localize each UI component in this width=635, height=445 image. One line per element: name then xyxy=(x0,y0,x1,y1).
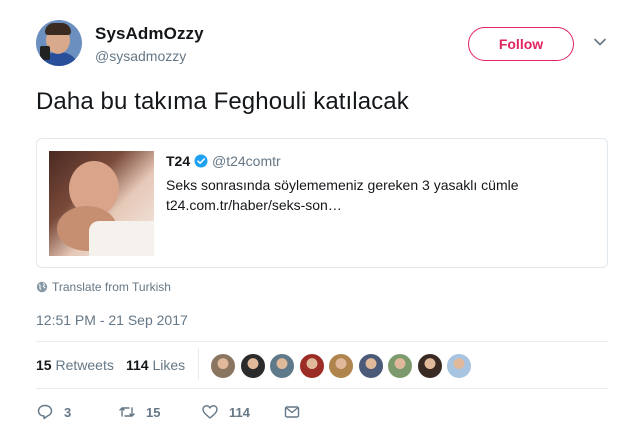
message-action[interactable] xyxy=(283,403,301,421)
translate-link[interactable]: Translate from Turkish xyxy=(52,280,171,294)
tweet-header: SysAdmOzzy @sysadmozzy Follow xyxy=(36,20,616,70)
retweet-count: 15 xyxy=(146,404,161,420)
heart-icon xyxy=(202,405,218,419)
quoted-tweet-card[interactable]: T24 @t24comtr Seks sonrasında söylememen… xyxy=(36,138,608,268)
liker-avatar[interactable] xyxy=(416,353,443,379)
message-icon xyxy=(284,406,300,418)
liker-avatar[interactable] xyxy=(298,353,325,379)
reply-action[interactable]: 3 xyxy=(36,403,71,421)
retweet-action[interactable]: 15 xyxy=(118,403,160,421)
timestamp[interactable]: 12:51 PM - 21 Sep 2017 xyxy=(36,312,188,328)
stats-separator xyxy=(198,348,199,380)
follow-button[interactable]: Follow xyxy=(468,27,574,61)
liker-avatar[interactable] xyxy=(328,353,354,379)
retweet-icon xyxy=(119,407,135,417)
avatar[interactable] xyxy=(36,20,82,66)
quoted-link[interactable]: t24.com.tr/haber/seks-son… xyxy=(166,197,342,213)
liker-avatar[interactable] xyxy=(446,353,472,379)
reply-count: 3 xyxy=(64,404,72,420)
tweet-text: Daha bu takıma Feghouli katılacak xyxy=(36,88,409,115)
like-action[interactable]: 114 xyxy=(201,403,250,421)
likes-stat[interactable]: 114 Likes xyxy=(126,357,185,373)
likes-label: Likes xyxy=(152,357,186,373)
reply-icon xyxy=(37,404,53,420)
likes-count: 114 xyxy=(126,357,149,373)
retweets-stat[interactable]: 15 Retweets xyxy=(36,357,114,373)
retweets-label: Retweets xyxy=(55,357,114,373)
divider xyxy=(36,341,608,342)
liker-avatar[interactable] xyxy=(210,353,236,379)
retweets-count: 15 xyxy=(36,357,52,373)
user-name[interactable]: SysAdmOzzy xyxy=(95,24,204,44)
quoted-user-name: T24 xyxy=(166,153,191,169)
quoted-text: Seks sonrasında söylememeniz gereken 3 y… xyxy=(166,177,519,193)
liker-avatar[interactable] xyxy=(387,353,413,379)
divider xyxy=(36,388,608,389)
liker-avatar[interactable] xyxy=(269,353,295,379)
globe-icon xyxy=(36,281,48,293)
like-count: 114 xyxy=(229,404,250,420)
liker-avatar[interactable] xyxy=(357,353,384,379)
liker-avatar[interactable] xyxy=(239,353,266,379)
verified-icon xyxy=(194,154,208,168)
user-handle[interactable]: @sysadmozzy xyxy=(95,48,186,64)
chevron-down-icon[interactable] xyxy=(592,34,608,50)
quoted-tweet-image xyxy=(49,151,154,256)
quoted-user-handle: @t24comtr xyxy=(212,153,281,169)
